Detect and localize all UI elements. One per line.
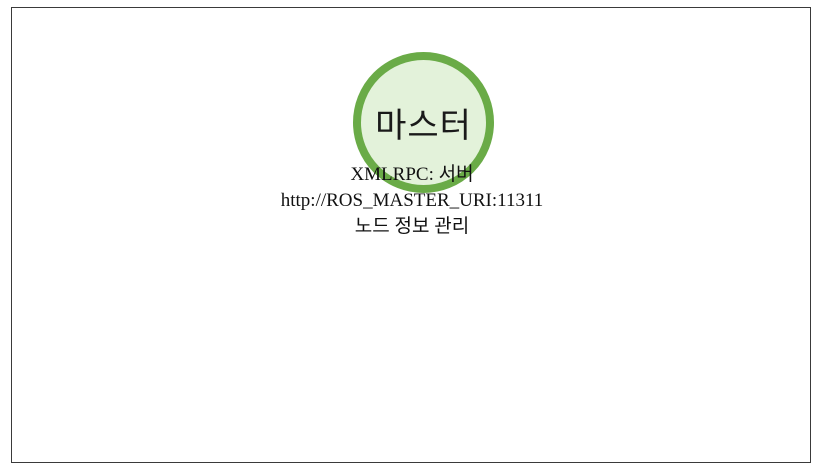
- master-info-text: XMLRPC: 서버 http://ROS_MASTER_URI:11311 노…: [212, 162, 612, 240]
- info-line-node-management: 노드 정보 관리: [354, 216, 470, 237]
- master-node-label: 마스터: [375, 106, 472, 146]
- info-line-xmlrpc: XMLRPC: 서버: [350, 164, 474, 185]
- info-line-uri: http://ROS_MASTER_URI:11311: [280, 190, 544, 211]
